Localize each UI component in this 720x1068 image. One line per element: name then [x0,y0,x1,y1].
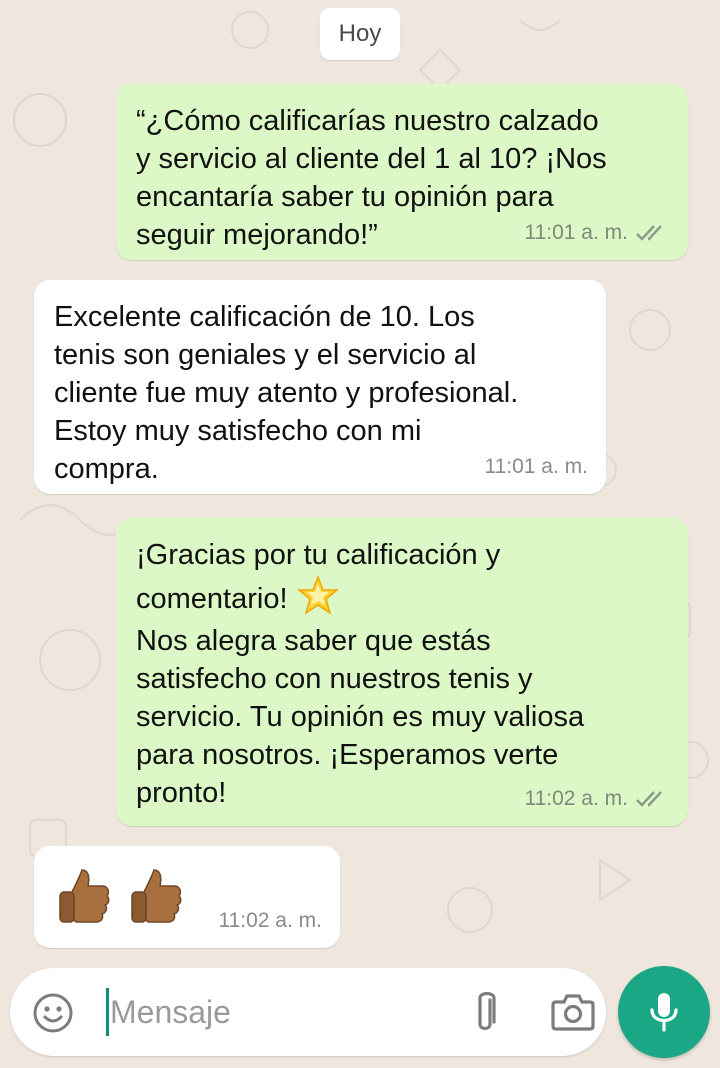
message-meta: 11:02 a. m. [218,902,322,940]
message-bubble-outgoing[interactable]: ¡Gracias por tu calificación y comentari… [116,518,688,826]
message-meta: 11:01 a. m. [524,214,670,252]
message-input[interactable]: Mensaje [110,992,231,1032]
message-meta: 11:02 a. m. [524,780,670,818]
message-meta: 11:01 a. m. [484,448,588,486]
message-text-line2: comentario! [136,583,296,615]
message-time: 11:02 a. m. [524,787,628,810]
message-composer[interactable]: Mensaje [10,968,606,1056]
microphone-icon [650,993,678,1032]
glowing-star-icon [296,574,339,615]
message-time: 11:02 a. m. [218,909,322,932]
message-bubble-outgoing[interactable]: “¿Cómo calificarías nuestro calzado y se… [116,84,688,260]
mic-button[interactable] [618,966,710,1058]
message-time: 11:01 a. m. [524,221,628,244]
message-bubble-incoming[interactable]: 11:02 a. m. [34,846,340,948]
message-time: 11:01 a. m. [484,455,588,478]
date-separator: Hoy [320,8,400,60]
double-check-icon [636,225,662,241]
message-bubble-incoming[interactable]: Excelente calificación de 10. Los tenis … [34,280,606,494]
message-text-line1: ¡Gracias por tu calificación y [136,539,501,571]
message-text-line2-wrap: comentario! [136,574,668,622]
text-cursor [106,988,109,1036]
paperclip-icon[interactable] [468,990,502,1036]
camera-icon[interactable] [550,992,596,1032]
emoji-icon[interactable] [32,992,74,1034]
thumbs-up-icon [131,869,182,923]
thumbs-up-icon [59,869,110,923]
double-check-icon [636,791,662,807]
